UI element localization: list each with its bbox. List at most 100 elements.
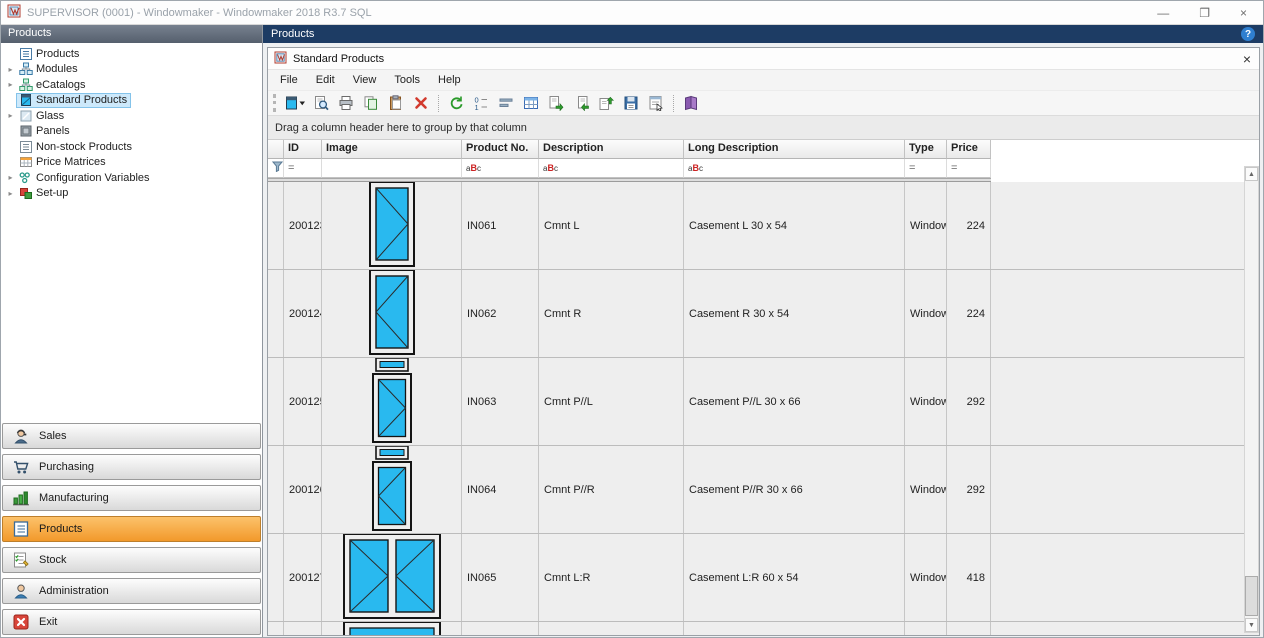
copy-icon[interactable] [360,93,382,113]
nav-button-purchasing[interactable]: Purchasing [2,454,261,480]
scrollbar-thumb[interactable] [1245,576,1258,616]
column-header-price[interactable]: Price [947,140,991,159]
column-header-description[interactable]: Description [539,140,684,159]
paste-icon[interactable] [385,93,407,113]
tree-item-modules[interactable]: ▸Modules [1,62,262,78]
scroll-down-button[interactable]: ▼ [1245,618,1258,632]
cell-type: Window [905,270,947,357]
cell-type: Window [905,358,947,445]
tree-item-body: Standard Products [16,93,131,108]
tree-item-non-stock-products[interactable]: Non-stock Products [1,139,262,155]
column-header-id[interactable]: ID [284,140,322,159]
menu-edit[interactable]: Edit [307,72,344,88]
toolbar: 01 [268,90,1259,116]
collapse-icon[interactable] [495,93,517,113]
table-row[interactable]: 200126IN064Cmnt P//RCasement P//R 30 x 6… [268,446,1259,534]
cell-indicator [268,534,284,621]
app-logo-icon [7,4,21,21]
nav-button-products[interactable]: Products [2,516,261,542]
column-header-image[interactable]: Image [322,140,462,159]
expander-icon[interactable]: ▸ [5,80,16,89]
cell-image [322,446,462,533]
expander-icon[interactable]: ▸ [5,173,16,182]
nav-button-exit[interactable]: Exit [2,609,261,635]
cell-description: Cmnt P//L [539,358,684,445]
set-up-icon [18,186,33,200]
new-product-icon[interactable] [285,93,307,113]
inner-close-button[interactable]: × [1243,51,1251,67]
tree-item-set-up[interactable]: ▸Set-up [1,186,262,202]
help-icon[interactable]: ? [1241,27,1255,41]
nav-button-administration[interactable]: Administration [2,578,261,604]
tree-item-price-matrices[interactable]: Price Matrices [1,155,262,171]
print-icon[interactable] [335,93,357,113]
refresh-icon[interactable] [445,93,467,113]
filter-cell-price[interactable]: = [947,159,991,178]
table-row[interactable]: 200127IN065Cmnt L:RCasement L:R 60 x 54W… [268,534,1259,622]
filter-cell-product-no[interactable]: aBc [462,159,539,178]
tree-item-ecatalogs[interactable]: ▸eCatalogs [1,77,262,93]
non-stock-products-icon [18,140,33,154]
nav-button-stock[interactable]: Stock [2,547,261,573]
maximize-button[interactable]: ❐ [1199,6,1210,20]
menu-help[interactable]: Help [429,72,470,88]
transfer-icon[interactable] [595,93,617,113]
cell-description: Cmnt L [539,182,684,269]
scroll-up-button[interactable]: ▲ [1245,167,1258,181]
expander-icon[interactable]: ▸ [5,189,16,198]
filter-cell-long-description[interactable]: aBc [684,159,905,178]
menu-file[interactable]: File [271,72,307,88]
properties-icon[interactable] [645,93,667,113]
print-preview-icon[interactable] [310,93,332,113]
vertical-scrollbar[interactable]: ▲ ▼ [1244,166,1259,633]
cell-id [284,622,322,635]
filter-icon [272,161,283,175]
tree-item-products[interactable]: Products [1,46,262,62]
nav-button-label: Products [39,523,82,535]
tree-item-panels[interactable]: Panels [1,124,262,140]
auto-number-icon[interactable]: 01 [470,93,492,113]
cell-description [539,622,684,635]
column-header-product-no[interactable]: Product No. [462,140,539,159]
filter-cell-type[interactable]: = [905,159,947,178]
filter-cell-indicator[interactable] [268,159,284,178]
tree-item-configuration-variables[interactable]: ▸Configuration Variables [1,170,262,186]
delete-icon[interactable] [410,93,432,113]
grid-rows: 200123IN061Cmnt LCasement L 30 x 54Windo… [268,182,1259,635]
cell-id: 200125 [284,358,322,445]
column-header-long-description[interactable]: Long Description [684,140,905,159]
tree-item-label: Panels [36,125,70,137]
export-icon[interactable] [545,93,567,113]
table-row[interactable]: 200123IN061Cmnt LCasement L 30 x 54Windo… [268,182,1259,270]
cell-image [322,270,462,357]
filter-cell-image[interactable] [322,159,462,178]
group-by-bar[interactable]: Drag a column header here to group by th… [268,116,1259,140]
cell-type [905,622,947,635]
close-button[interactable]: × [1240,6,1247,20]
tab-products[interactable]: Products [271,28,314,40]
tree-item-standard-products[interactable]: Standard Products [1,93,262,109]
grid-view-icon[interactable] [520,93,542,113]
menu-tools[interactable]: Tools [385,72,429,88]
import-icon[interactable] [570,93,592,113]
cell-long-description: Casement P//L 30 x 66 [684,358,905,445]
nav-button-sales[interactable]: Sales [2,423,261,449]
menu-view[interactable]: View [344,72,386,88]
help-book-icon[interactable] [680,93,702,113]
tree-item-label: Price Matrices [36,156,106,168]
inner-window-titlebar: Standard Products × [268,48,1259,70]
minimize-button[interactable]: — [1157,6,1169,20]
cell-product-no: IN062 [462,270,539,357]
save-layout-icon[interactable] [620,93,642,113]
cell-product-no: IN065 [462,534,539,621]
table-row[interactable]: 200125IN063Cmnt P//LCasement P//L 30 x 6… [268,358,1259,446]
expander-icon[interactable]: ▸ [5,65,16,74]
tree-item-glass[interactable]: ▸Glass [1,108,262,124]
filter-cell-description[interactable]: aBc [539,159,684,178]
column-header-type[interactable]: Type [905,140,947,159]
nav-button-manufacturing[interactable]: Manufacturing [2,485,261,511]
filter-cell-id[interactable]: = [284,159,322,178]
table-row[interactable]: 200124IN062Cmnt RCasement R 30 x 54Windo… [268,270,1259,358]
cell-long-description [684,622,905,635]
expander-icon[interactable]: ▸ [5,111,16,120]
